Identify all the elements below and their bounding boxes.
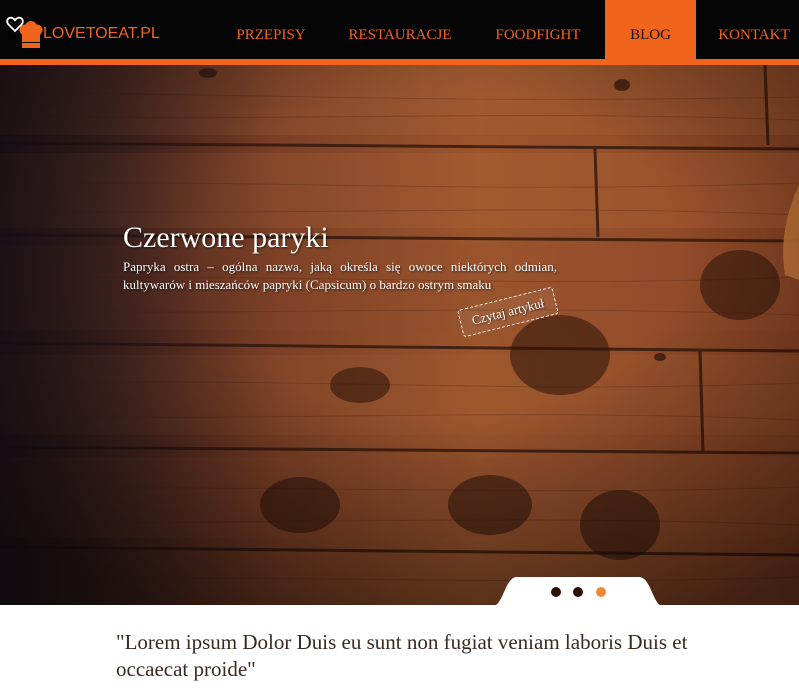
slider-dot-1[interactable] <box>551 587 561 597</box>
hero-title: Czerwone paryki <box>123 221 329 254</box>
nav-foodfight[interactable]: FOODFIGHT <box>484 0 592 59</box>
slider-dot-2[interactable] <box>573 587 583 597</box>
slider-dot-3-active[interactable] <box>596 587 606 597</box>
top-navigation: LOVETOEAT.PL PRZEPISY RESTAURACJE FOODFI… <box>0 0 799 59</box>
hero-slider: Czerwone paryki Papryka ostra – ogólna n… <box>0 65 799 605</box>
chef-hat-icon <box>19 21 43 48</box>
hero-description: Papryka ostra – ogólna nazwa, jaką okreś… <box>123 259 557 292</box>
nav-przepisy[interactable]: PRZEPISY <box>225 0 317 59</box>
nav-blog[interactable]: BLOG <box>605 0 696 59</box>
site-logo[interactable]: LOVETOEAT.PL <box>4 13 160 49</box>
nav-kontakt[interactable]: KONTAKT <box>712 0 796 59</box>
wood-background-image <box>0 65 799 605</box>
nav-restauracje[interactable]: RESTAURACJE <box>340 0 460 59</box>
logo-text: LOVETOEAT.PL <box>43 25 160 42</box>
featured-quote: "Lorem ipsum Dolor Duis eu sunt non fugi… <box>116 630 688 681</box>
